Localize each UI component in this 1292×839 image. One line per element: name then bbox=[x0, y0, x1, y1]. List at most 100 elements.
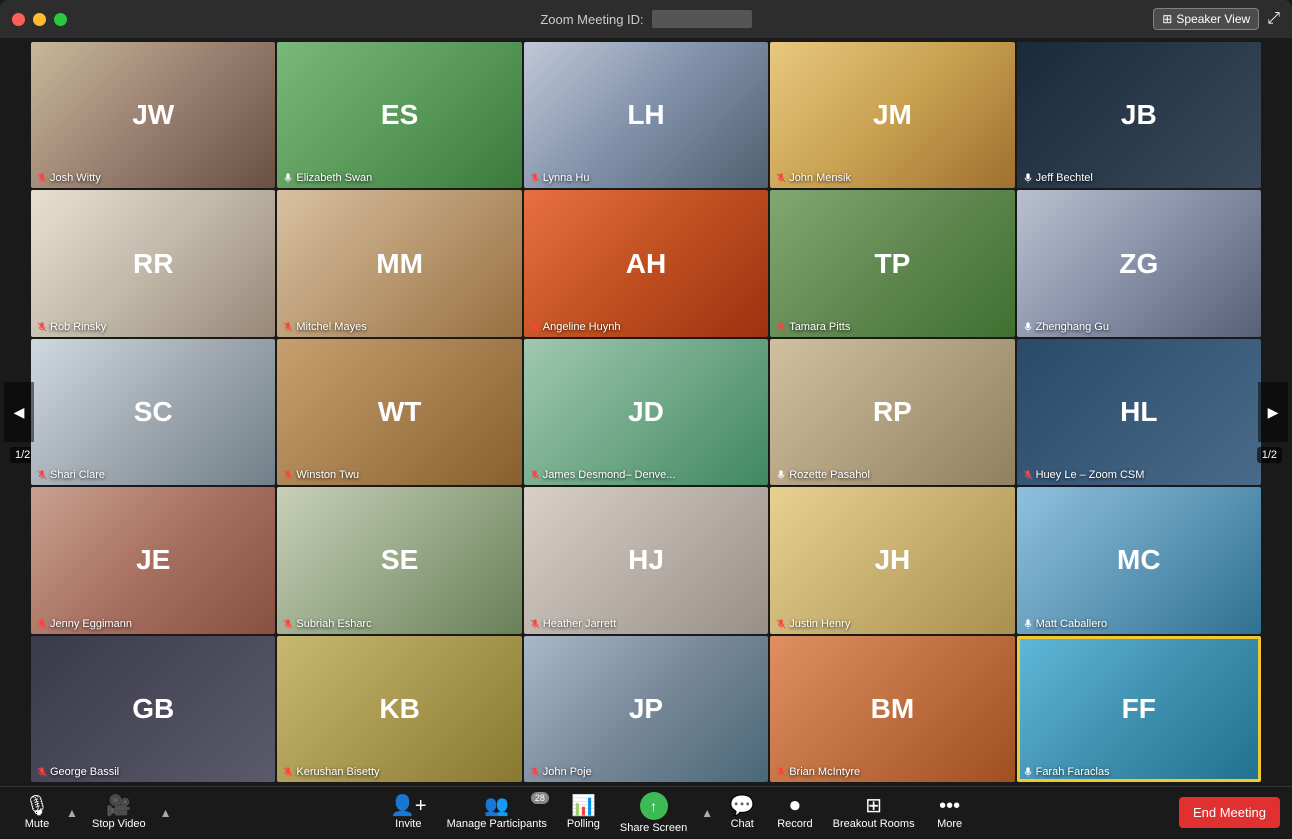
breakout-rooms-button[interactable]: ⊞ Breakout Rooms bbox=[823, 787, 925, 839]
video-cell[interactable]: HJHeather Jarrett bbox=[524, 487, 768, 633]
video-icon: 🎥 bbox=[106, 796, 131, 816]
maximize-button[interactable] bbox=[54, 13, 67, 26]
video-cell[interactable]: ZGZhenghang Gu bbox=[1017, 190, 1261, 336]
unmuted-mic-icon bbox=[1023, 619, 1033, 629]
participant-video: AH bbox=[524, 190, 768, 336]
video-cell[interactable]: JHJustin Henry bbox=[770, 487, 1014, 633]
video-cell[interactable]: SCShari Clare bbox=[31, 339, 275, 485]
participant-name-label: Jeff Bechtel bbox=[1023, 172, 1093, 184]
video-cell[interactable]: ESElizabeth Swan bbox=[277, 42, 521, 188]
video-cell[interactable]: BMBrian McIntyre bbox=[770, 636, 1014, 782]
mic-icon: 🎙 bbox=[24, 796, 49, 816]
speaker-view-button[interactable]: ⊞ Speaker View bbox=[1153, 8, 1259, 30]
video-cell[interactable]: JDJames Desmond– Denve... bbox=[524, 339, 768, 485]
stop-video-caret[interactable]: ▲ bbox=[156, 787, 176, 839]
participant-video: JP bbox=[524, 636, 768, 782]
participant-name-label: Rozette Pasahol bbox=[776, 469, 870, 481]
participant-video: RR bbox=[31, 190, 275, 336]
chat-label: Chat bbox=[731, 818, 754, 830]
muted-mic-icon bbox=[776, 322, 786, 332]
muted-mic-icon bbox=[283, 619, 293, 629]
grid-icon: ⊞ bbox=[1162, 12, 1172, 26]
record-icon: ⏺ bbox=[790, 796, 800, 816]
muted-mic-icon bbox=[530, 322, 540, 332]
end-meeting-button[interactable]: End Meeting bbox=[1179, 797, 1280, 828]
video-cell[interactable]: JPJohn Poje bbox=[524, 636, 768, 782]
participant-name-label: Lynna Hu bbox=[530, 172, 590, 184]
muted-mic-icon bbox=[530, 173, 540, 183]
participant-name-label: Jenny Eggimann bbox=[37, 618, 132, 630]
fullscreen-button[interactable]: ⤢ bbox=[1267, 10, 1280, 28]
participant-name-label: Zhenghang Gu bbox=[1023, 321, 1109, 333]
invite-button[interactable]: 👤+ Invite bbox=[380, 787, 437, 839]
participant-video: MM bbox=[277, 190, 521, 336]
toolbar-center: 👤+ Invite 28 👥 Manage Participants 📊 Pol… bbox=[380, 787, 975, 839]
chat-button[interactable]: 💬 Chat bbox=[717, 787, 767, 839]
share-screen-caret-icon: ▲ bbox=[701, 806, 713, 820]
video-cell[interactable]: JEJenny Eggimann bbox=[31, 487, 275, 633]
toolbar: 🎙 Mute ▲ 🎥 Stop Video ▲ 👤+ Invite 28 👥 M… bbox=[0, 786, 1292, 838]
video-grid: JWJosh WittyESElizabeth SwanLHLynna HuJM… bbox=[31, 42, 1261, 782]
participant-video: SE bbox=[277, 487, 521, 633]
unmuted-mic-icon bbox=[1023, 173, 1033, 183]
participant-video: FF bbox=[1017, 636, 1261, 782]
participant-video: JW bbox=[31, 42, 275, 188]
video-cell[interactable]: LHLynna Hu bbox=[524, 42, 768, 188]
meeting-id-area: Zoom Meeting ID: bbox=[540, 10, 751, 28]
breakout-rooms-label: Breakout Rooms bbox=[833, 818, 915, 830]
participant-video: JE bbox=[31, 487, 275, 633]
video-cell[interactable]: RRRob Rinsky bbox=[31, 190, 275, 336]
video-cell[interactable]: JWJosh Witty bbox=[31, 42, 275, 188]
video-cell[interactable]: JBJeff Bechtel bbox=[1017, 42, 1261, 188]
mute-caret[interactable]: ▲ bbox=[62, 787, 82, 839]
participant-video: ES bbox=[277, 42, 521, 188]
participant-video: HL bbox=[1017, 339, 1261, 485]
stop-video-button[interactable]: 🎥 Stop Video bbox=[82, 787, 156, 839]
participant-name-label: Mitchel Mayes bbox=[283, 321, 366, 333]
muted-mic-icon bbox=[37, 322, 47, 332]
participant-video: LH bbox=[524, 42, 768, 188]
share-screen-caret[interactable]: ▲ bbox=[697, 787, 717, 839]
video-cell[interactable]: MMMitchel Mayes bbox=[277, 190, 521, 336]
participant-video: RP bbox=[770, 339, 1014, 485]
participants-badge: 28 bbox=[531, 792, 549, 804]
unmuted-mic-icon bbox=[1023, 767, 1033, 777]
top-right-controls: ⊞ Speaker View ⤢ bbox=[1153, 8, 1280, 30]
invite-icon: 👤+ bbox=[390, 796, 427, 816]
participant-name-label: Huey Le – Zoom CSM bbox=[1023, 469, 1145, 481]
more-button[interactable]: ••• More bbox=[925, 787, 975, 839]
video-cell[interactable]: HLHuey Le – Zoom CSM bbox=[1017, 339, 1261, 485]
participant-video: ZG bbox=[1017, 190, 1261, 336]
nav-prev-button[interactable]: ◀ bbox=[4, 382, 34, 442]
unmuted-mic-icon bbox=[776, 470, 786, 480]
video-cell[interactable]: WTWinston Twu bbox=[277, 339, 521, 485]
record-button[interactable]: ⏺ Record bbox=[767, 787, 822, 839]
manage-participants-button[interactable]: 28 👥 Manage Participants bbox=[437, 787, 557, 839]
participant-name-label: Brian McIntyre bbox=[776, 766, 860, 778]
video-cell[interactable]: FFFarah Faraclas bbox=[1017, 636, 1261, 782]
video-cell[interactable]: SESubriah Esharc bbox=[277, 487, 521, 633]
mute-label: Mute bbox=[25, 818, 49, 830]
mute-button[interactable]: 🎙 Mute bbox=[12, 787, 62, 839]
close-button[interactable] bbox=[12, 13, 25, 26]
video-cell[interactable]: JMJohn Mensik bbox=[770, 42, 1014, 188]
polling-label: Polling bbox=[567, 818, 600, 830]
video-cell[interactable]: KBKerushan Bisetty bbox=[277, 636, 521, 782]
participant-video: JB bbox=[1017, 42, 1261, 188]
participants-icon: 👥 bbox=[484, 796, 509, 816]
unmuted-mic-icon bbox=[283, 173, 293, 183]
minimize-button[interactable] bbox=[33, 13, 46, 26]
video-cell[interactable]: RPRozette Pasahol bbox=[770, 339, 1014, 485]
share-screen-button[interactable]: ↑ Share Screen bbox=[610, 787, 697, 839]
video-cell[interactable]: TPTamara Pitts bbox=[770, 190, 1014, 336]
more-icon: ••• bbox=[939, 796, 960, 816]
nav-next-button[interactable]: ▶ bbox=[1258, 382, 1288, 442]
polling-button[interactable]: 📊 Polling bbox=[557, 787, 610, 839]
muted-mic-icon bbox=[283, 767, 293, 777]
participant-name-label: Justin Henry bbox=[776, 618, 850, 630]
toolbar-left: 🎙 Mute ▲ 🎥 Stop Video ▲ bbox=[12, 787, 176, 839]
video-cell[interactable]: MCMatt Caballero bbox=[1017, 487, 1261, 633]
speaker-view-label: Speaker View bbox=[1176, 12, 1250, 26]
video-cell[interactable]: AHAngeline Huynh bbox=[524, 190, 768, 336]
video-cell[interactable]: GBGeorge Bassil bbox=[31, 636, 275, 782]
